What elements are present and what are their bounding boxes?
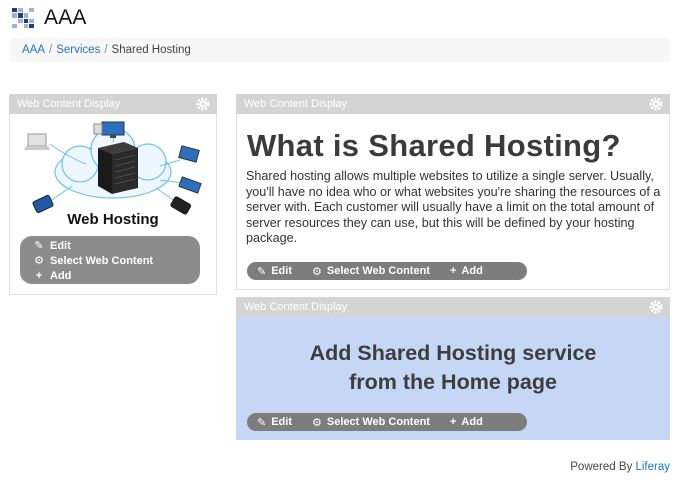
gear-icon[interactable] xyxy=(648,299,664,315)
smartphone-icon xyxy=(170,196,192,215)
portlet-article: Web Content Display What is Shared Hosti… xyxy=(236,94,670,290)
gear-icon: ⚙ xyxy=(34,255,44,267)
portlet-title: Web Content Display xyxy=(244,98,348,110)
plus-icon: + xyxy=(449,416,457,428)
portlet-title-bar: Web Content Display xyxy=(236,297,670,317)
add-button[interactable]: + Add xyxy=(450,265,483,277)
add-button[interactable]: + Add xyxy=(450,416,483,428)
add-button[interactable]: + Add xyxy=(32,268,200,283)
edit-button[interactable]: ✎ Edit xyxy=(32,238,200,253)
portlet-image: Web Content Display Web Hosting ✎ Edit ⚙… xyxy=(9,94,217,295)
web-hosting-illustration: Web Hosting xyxy=(24,121,202,228)
select-web-content-button[interactable]: ⚙ Select Web Content xyxy=(312,416,430,429)
gear-icon[interactable] xyxy=(195,96,211,112)
article-body: Shared hosting allows multiple websites … xyxy=(246,169,661,246)
select-web-content-label: Select Web Content xyxy=(326,265,430,277)
footer-liferay-link[interactable]: Liferay xyxy=(635,461,670,473)
gear-icon: ⚙ xyxy=(312,416,322,429)
edit-button[interactable]: ✎ Edit xyxy=(257,265,292,278)
tablet-icon xyxy=(178,176,202,194)
footer: Powered By Liferay xyxy=(570,461,670,473)
add-label: Add xyxy=(50,269,72,282)
select-web-content-label: Select Web Content xyxy=(50,254,154,267)
notice-line: Add Shared Hosting service xyxy=(309,341,597,365)
printer-icon xyxy=(93,123,103,135)
select-web-content-label: Select Web Content xyxy=(326,416,430,428)
edit-button[interactable]: ✎ Edit xyxy=(257,416,292,429)
laptop-icon xyxy=(24,133,50,150)
edit-label: Edit xyxy=(271,265,292,277)
select-web-content-button[interactable]: ⚙ Select Web Content xyxy=(32,253,200,268)
edit-label: Edit xyxy=(50,239,71,252)
edit-label: Edit xyxy=(271,416,292,428)
phone-icon xyxy=(32,194,54,214)
pencil-icon: ✎ xyxy=(34,240,44,252)
breadcrumb-separator: / xyxy=(49,44,53,56)
portlet-title-bar: Web Content Display xyxy=(9,94,217,114)
portlet-action-menu: ✎ Edit ⚙ Select Web Content + Add xyxy=(247,262,527,280)
breadcrumb-current: Shared Hosting xyxy=(111,44,191,56)
portlet-notice: Web Content Display Add Shared Hosting s… xyxy=(236,297,670,440)
footer-prefix: Powered By xyxy=(570,461,633,473)
site-header: AAA xyxy=(12,6,87,30)
site-title[interactable]: AAA xyxy=(44,6,87,30)
portlet-action-menu: ✎ Edit ⚙ Select Web Content + Add xyxy=(247,413,527,431)
portlet-title-bar: Web Content Display xyxy=(236,94,670,114)
add-label: Add xyxy=(461,416,483,428)
notice-line: from the Home page xyxy=(349,370,557,394)
pencil-icon: ✎ xyxy=(257,416,267,429)
notice-message: Add Shared Hosting service from the Home… xyxy=(237,339,669,397)
add-label: Add xyxy=(461,265,483,277)
select-web-content-button[interactable]: ⚙ Select Web Content xyxy=(312,265,430,278)
portlet-body: Add Shared Hosting service from the Home… xyxy=(236,317,670,440)
portlet-body: What is Shared Hosting? Shared hosting a… xyxy=(236,114,670,290)
breadcrumb-link-services[interactable]: Services xyxy=(56,44,100,56)
server-icon xyxy=(98,142,138,194)
site-logo-icon[interactable] xyxy=(12,8,34,28)
plus-icon: + xyxy=(449,265,457,277)
breadcrumb-link-home[interactable]: AAA xyxy=(22,44,45,56)
breadcrumb: AAA / Services / Shared Hosting xyxy=(10,38,670,62)
illustration-caption: Web Hosting xyxy=(67,211,158,228)
portlet-title: Web Content Display xyxy=(17,98,121,110)
monitor-icon xyxy=(178,145,200,163)
gear-icon: ⚙ xyxy=(312,265,322,278)
article-heading: What is Shared Hosting? xyxy=(247,128,621,163)
pencil-icon: ✎ xyxy=(257,265,267,278)
portlet-action-menu: ✎ Edit ⚙ Select Web Content + Add xyxy=(20,236,200,284)
breadcrumb-separator: / xyxy=(104,44,108,56)
plus-icon: + xyxy=(35,269,43,282)
gear-icon[interactable] xyxy=(648,96,664,112)
portlet-title: Web Content Display xyxy=(244,301,348,313)
portlet-body: Web Hosting ✎ Edit ⚙ Select Web Content + A… xyxy=(9,114,217,295)
